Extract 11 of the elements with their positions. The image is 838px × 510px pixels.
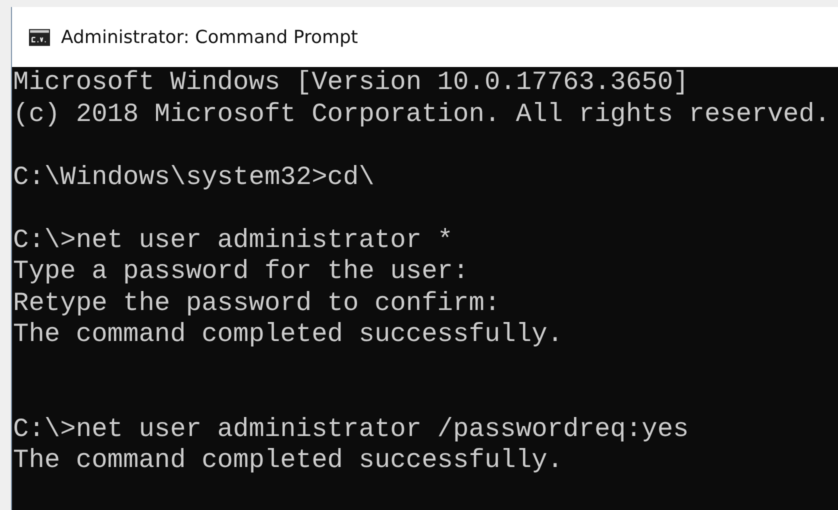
console-line: Type a password for the user: [13, 256, 469, 288]
window-title: Administrator: Command Prompt [61, 26, 358, 48]
console-line: The command completed successfully. [13, 319, 564, 350]
console-line: C:\>net user administrator * [13, 224, 454, 256]
console-line: C:\Windows\system32>cd\ [13, 162, 374, 193]
console-line: Retype the password to confirm: [13, 288, 500, 319]
terminal-icon [29, 28, 50, 46]
console-line: (c) 2018 Microsoft Corporation. All rights reserved. [13, 98, 830, 130]
console-line: Microsoft Windows [Version 10.0.17763.3650] [13, 67, 689, 98]
console-line: The command completed successfully. [13, 445, 564, 476]
console-line: C:\>net user administrator /passwordreq:yes [13, 414, 689, 445]
